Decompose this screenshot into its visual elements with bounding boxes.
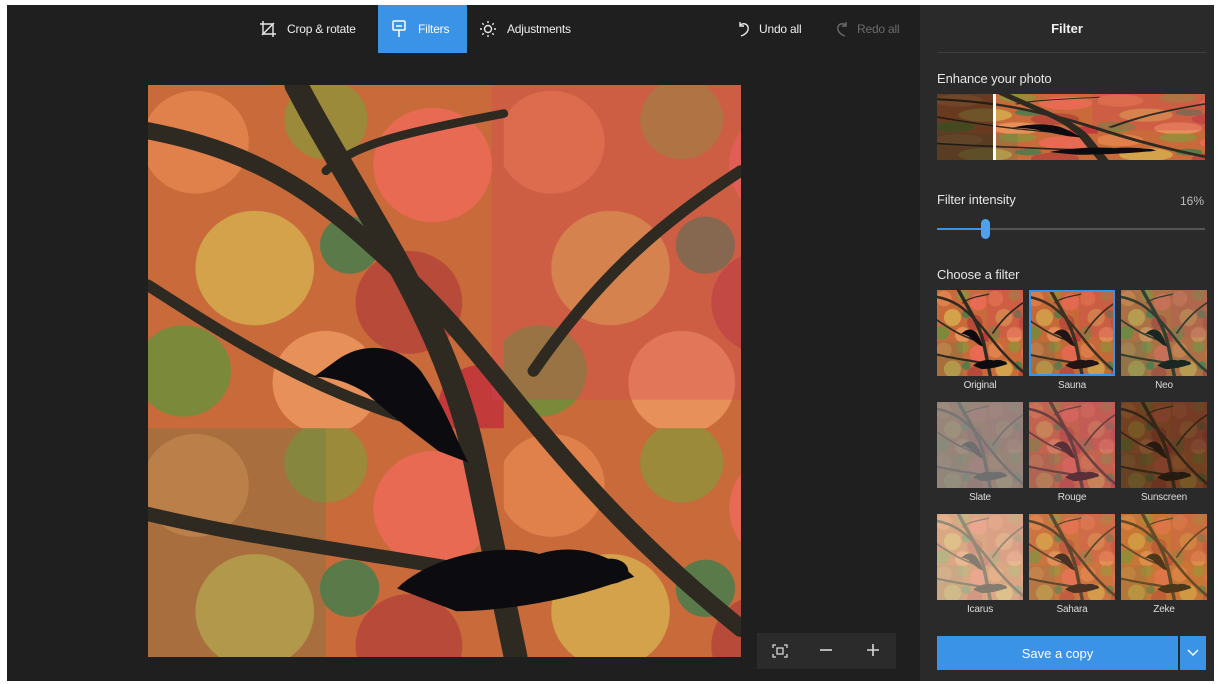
filters-tab[interactable]: Filters	[378, 5, 467, 53]
filter-thumbnail	[1121, 514, 1207, 600]
choose-filter-label: Choose a filter	[937, 267, 1020, 282]
filter-name-label: Original	[963, 380, 997, 391]
crop-rotate-label: Crop & rotate	[287, 22, 356, 36]
minus-icon	[818, 640, 834, 662]
filter-thumbnail	[1121, 290, 1207, 376]
save-copy-button[interactable]: Save a copy	[937, 636, 1178, 670]
filter-option-sunscreen[interactable]: Sunscreen	[1121, 402, 1207, 508]
save-options-button[interactable]	[1180, 636, 1206, 670]
filter-name-label: Sahara	[1056, 604, 1088, 615]
slider-thumb[interactable]	[981, 219, 990, 239]
slider-fill	[937, 228, 985, 230]
filter-option-rouge[interactable]: Rouge	[1029, 402, 1115, 508]
undo-all-button[interactable]: Undo all	[735, 5, 802, 53]
filter-name-label: Neo	[1155, 380, 1173, 391]
fit-to-window-button[interactable]	[766, 637, 794, 665]
filter-thumbnail	[1121, 402, 1207, 488]
filter-panel: Filter Enhance your photo Filter intensi…	[920, 5, 1214, 681]
filter-thumbnail	[1029, 290, 1115, 376]
filters-icon	[388, 18, 410, 40]
crop-rotate-icon	[257, 18, 279, 40]
zoom-out-button[interactable]	[812, 637, 840, 665]
adjustments-button[interactable]: Adjustments	[477, 5, 571, 53]
zoom-in-button[interactable]	[859, 637, 887, 665]
undo-all-label: Undo all	[759, 22, 802, 36]
redo-icon	[833, 18, 851, 40]
photos-editor-window: Crop & rotate Filters Adjustments Undo a…	[7, 5, 1214, 681]
filter-name-label: Slate	[969, 492, 991, 503]
photo-preview	[148, 85, 741, 657]
intensity-value: 16%	[1179, 194, 1204, 208]
crop-rotate-button[interactable]: Crop & rotate	[257, 5, 356, 53]
sun-icon	[477, 18, 499, 40]
plus-icon	[865, 640, 881, 662]
filter-thumbnail	[937, 402, 1023, 488]
filter-name-label: Rouge	[1057, 492, 1087, 503]
chevron-down-icon	[1187, 644, 1199, 662]
filter-name-label: Sauna	[1058, 380, 1086, 391]
filter-option-sahara[interactable]: Sahara	[1029, 514, 1115, 620]
fit-to-window-icon	[772, 640, 788, 662]
filter-thumbnail	[937, 514, 1023, 600]
intensity-label: Filter intensity	[937, 192, 1016, 207]
intensity-slider[interactable]	[937, 217, 1205, 241]
adjustments-label: Adjustments	[507, 22, 571, 36]
filter-option-zeke[interactable]: Zeke	[1121, 514, 1207, 620]
editor-canvas-area: Crop & rotate Filters Adjustments Undo a…	[7, 5, 920, 681]
filter-name-label: Icarus	[966, 604, 994, 615]
panel-divider	[938, 52, 1206, 53]
filter-thumbnail	[937, 290, 1023, 376]
filter-option-slate[interactable]: Slate	[937, 402, 1023, 508]
panel-title: Filter	[1051, 20, 1083, 36]
enhance-label: Enhance your photo	[937, 71, 1052, 86]
filter-thumbnail	[1029, 402, 1115, 488]
filter-name-label: Zeke	[1153, 604, 1175, 615]
redo-all-button[interactable]: Redo all	[833, 5, 900, 53]
zoom-controls	[757, 633, 896, 669]
editor-toolbar: Crop & rotate Filters Adjustments Undo a…	[7, 5, 920, 53]
enhance-photo-slider[interactable]	[937, 94, 1205, 160]
undo-icon	[735, 18, 753, 40]
filters-label: Filters	[418, 22, 450, 36]
redo-all-label: Redo all	[857, 22, 900, 36]
selected-indicator	[1029, 290, 1115, 376]
filter-option-icarus[interactable]: Icarus	[937, 514, 1023, 620]
filter-option-sauna[interactable]: Sauna	[1029, 290, 1115, 396]
filter-option-original[interactable]: Original	[937, 290, 1023, 396]
filter-option-neo[interactable]: Neo	[1121, 290, 1207, 396]
filter-thumbnail	[1029, 514, 1115, 600]
filter-name-label: Sunscreen	[1140, 492, 1187, 503]
